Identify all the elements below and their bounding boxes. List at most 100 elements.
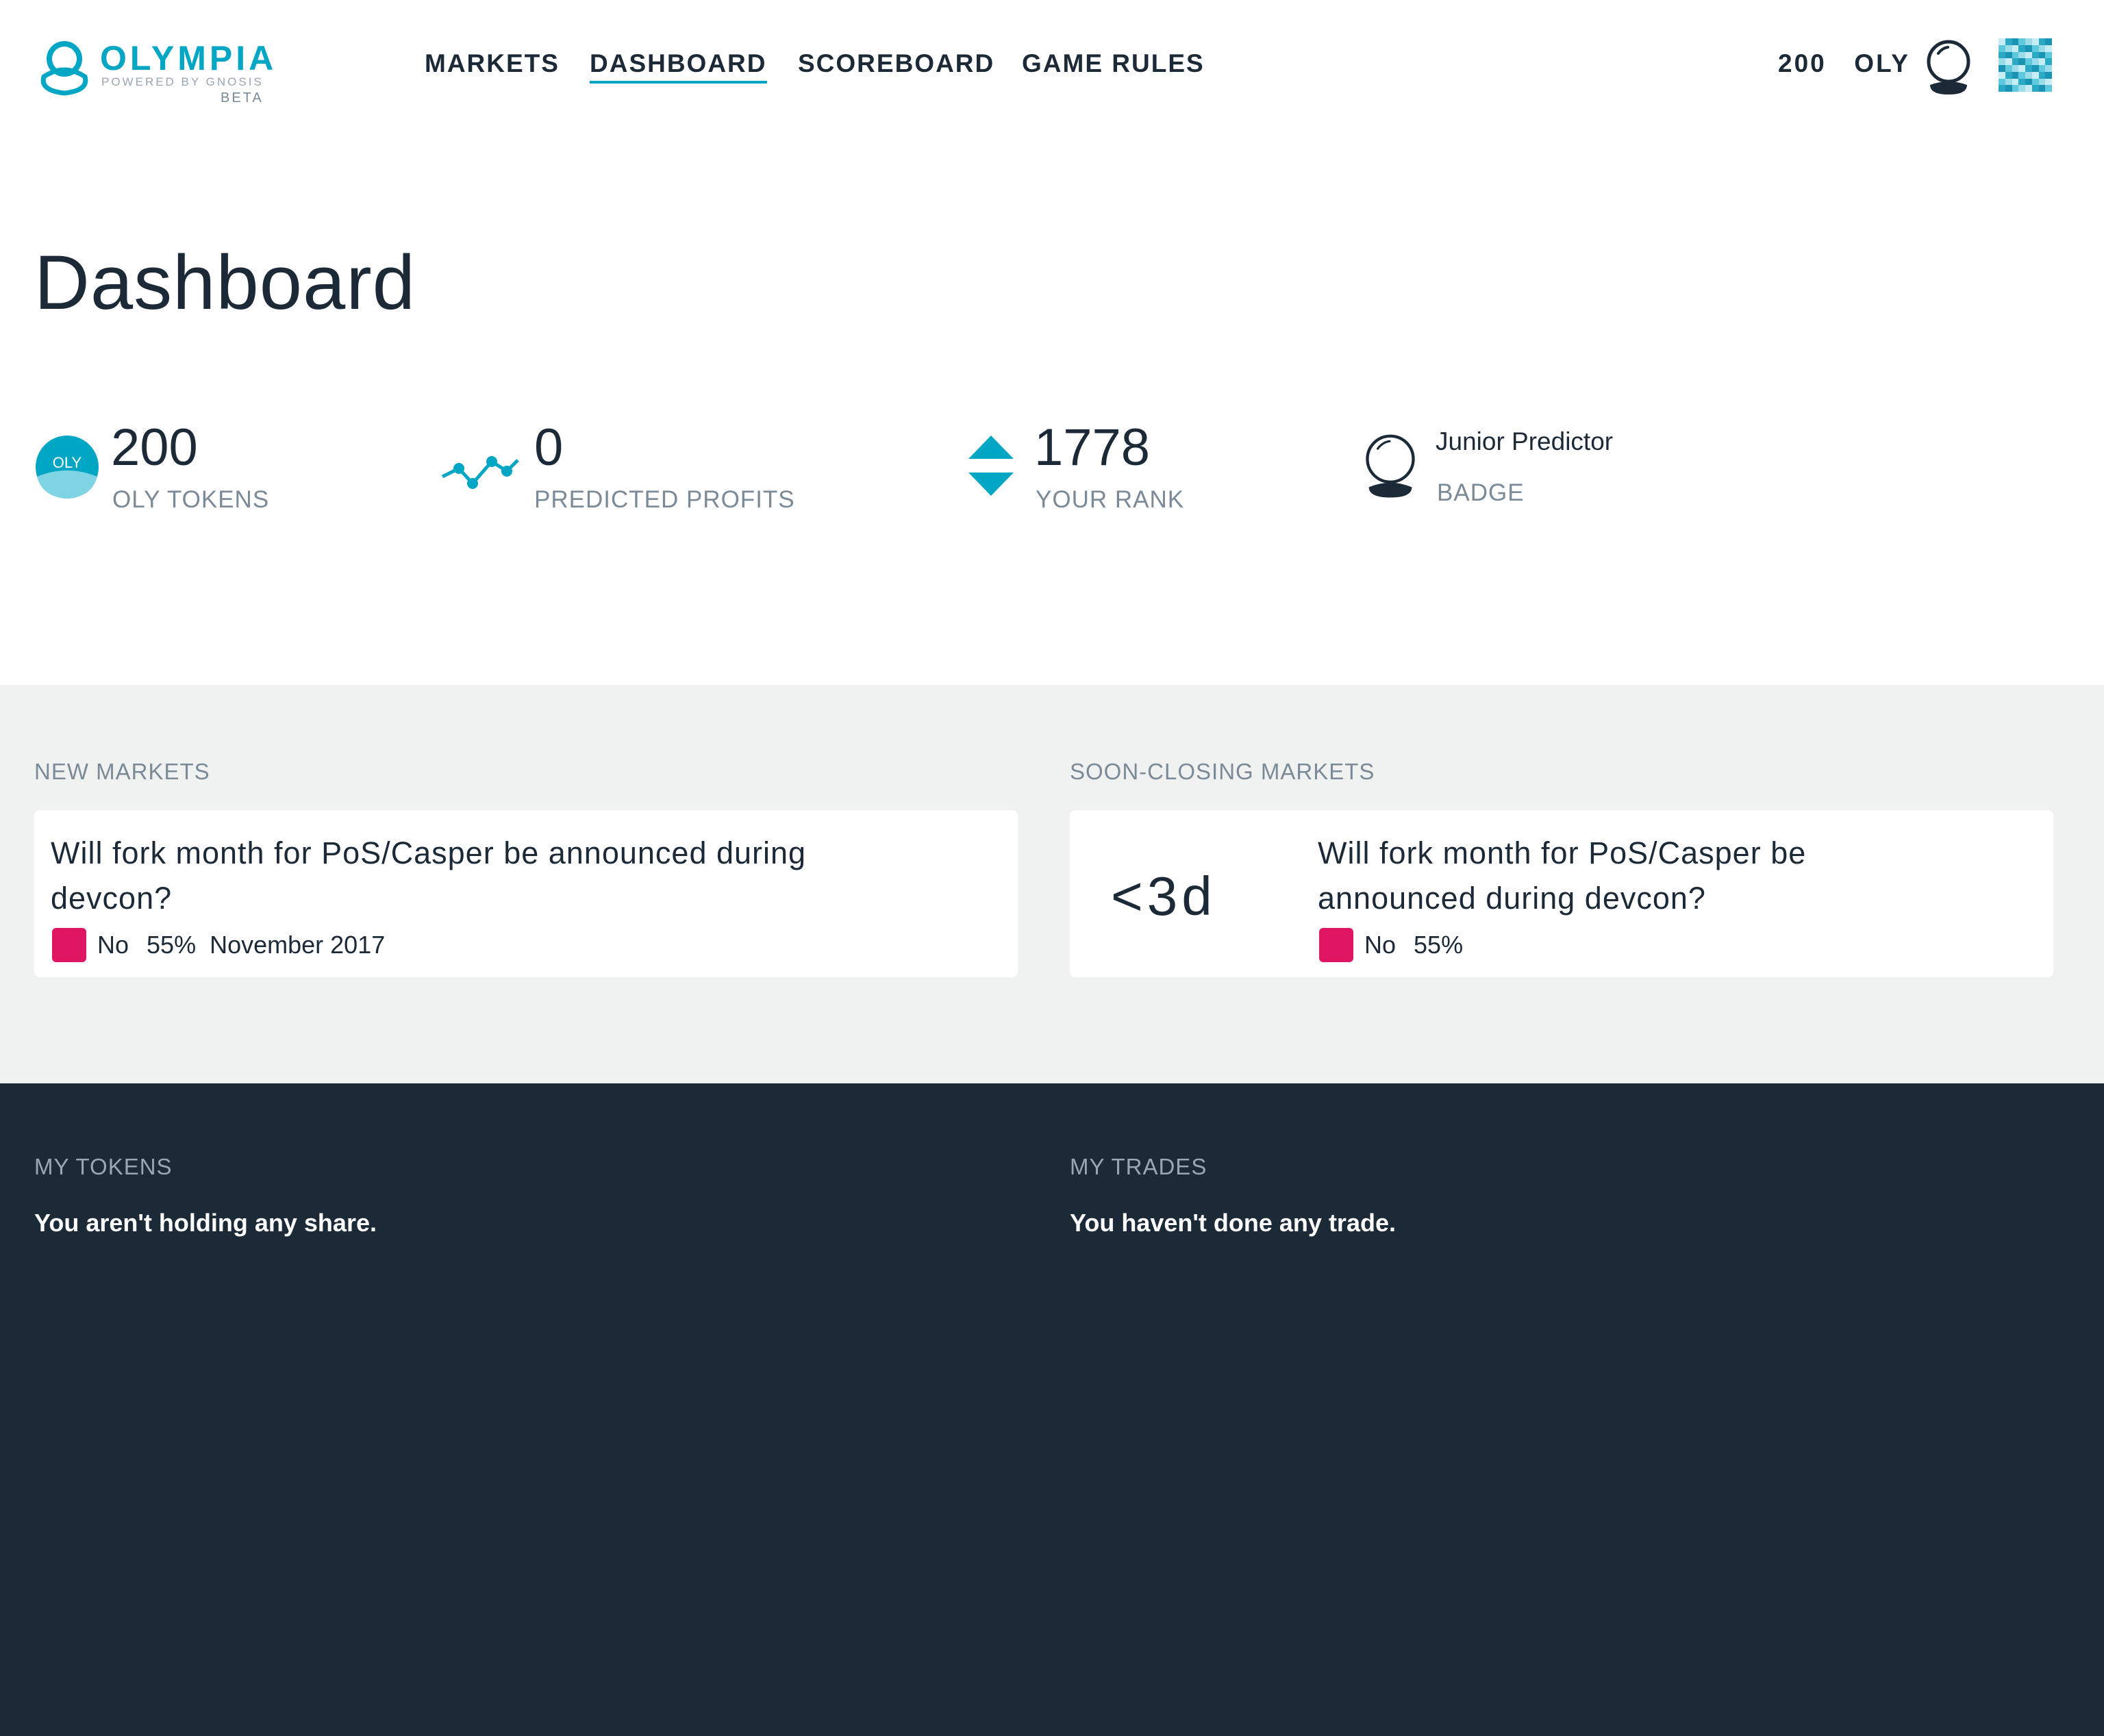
avatar-pixel — [2018, 38, 2025, 45]
stat-tokens-label: OLY TOKENS — [112, 486, 270, 513]
avatar-pixel — [2031, 58, 2039, 65]
my-tokens-empty-message: You aren't holding any share. — [34, 1209, 377, 1237]
avatar-pixel — [2018, 78, 2025, 86]
stat-badge: Junior Predictor BADGE — [1363, 418, 1705, 527]
avatar-pixel — [2038, 71, 2046, 79]
top-header: OLYMPIA POWERED BY GNOSIS BETA MARKETS D… — [0, 0, 2104, 137]
avatar-pixel — [2031, 71, 2039, 79]
avatar-pixel — [2012, 85, 2019, 92]
avatar-pixel — [2038, 78, 2046, 86]
new-market-card[interactable]: Will fork month for PoS/Casper be announ… — [34, 810, 1018, 977]
stat-profits-value: 0 — [534, 418, 564, 477]
avatar-pixel — [2012, 71, 2019, 79]
avatar-pixel — [2018, 45, 2025, 52]
avatar-pixel — [2012, 51, 2019, 59]
page-title: Dashboard — [34, 240, 416, 325]
brand-beta-label: BETA — [221, 90, 264, 105]
outcome-probability: 55% — [1414, 931, 1464, 959]
market-question-line2: announced during devcon? — [1318, 881, 1706, 916]
nav-scoreboard[interactable]: SCOREBOARD — [798, 49, 994, 78]
avatar-pixel — [1999, 38, 2005, 45]
avatar-pixel — [2018, 58, 2025, 65]
avatar-pixel — [2005, 45, 2012, 52]
avatar-pixel — [2031, 85, 2039, 92]
avatar-pixel — [2045, 58, 2052, 65]
nav-dashboard[interactable]: DASHBOARD — [590, 49, 767, 84]
avatar-pixel — [2025, 51, 2032, 59]
avatar-pixel — [2005, 65, 2012, 72]
avatar-pixel — [2031, 65, 2039, 72]
brand-name: OLYMPIA — [100, 39, 277, 77]
avatar-pixel — [2045, 71, 2052, 79]
avatar-pixel — [2005, 78, 2012, 86]
nav-markets[interactable]: MARKETS — [425, 49, 560, 78]
market-outcome-row: No 55% — [1319, 928, 1463, 962]
avatar-pixel — [2031, 45, 2039, 52]
market-question-line1: Will fork month for PoS/Casper be announ… — [51, 835, 807, 870]
stat-your-rank: 1778 YOUR RANK — [966, 418, 1294, 527]
account-balance-value: 200 — [1778, 49, 1827, 77]
my-trades-title: MY TRADES — [1070, 1154, 1207, 1179]
outcome-label: No — [97, 931, 129, 959]
crystal-ball-icon[interactable] — [1923, 38, 1974, 96]
stat-oly-tokens: OLY 200 OLY TOKENS — [34, 418, 322, 527]
rank-arrows-icon — [968, 436, 1014, 496]
avatar-pixel — [2018, 85, 2025, 92]
avatar-pixel — [2018, 65, 2025, 72]
avatar-pixel — [2045, 51, 2052, 59]
crystal-ball-icon — [1366, 434, 1415, 498]
account-balance-unit: OLY — [1854, 49, 1910, 77]
avatar-pixel — [1999, 45, 2005, 52]
market-resolution-date: November 2017 — [210, 931, 386, 959]
avatar-pixel — [2005, 71, 2012, 79]
avatar-pixel — [2045, 65, 2052, 72]
avatar-pixel — [2025, 78, 2032, 86]
avatar-pixel — [2038, 85, 2046, 92]
stat-predicted-profits: 0 PREDICTED PROFITS — [438, 418, 863, 527]
avatar-pixel — [2025, 58, 2032, 65]
avatar-pixel — [2038, 65, 2046, 72]
avatar-pixel — [2025, 65, 2032, 72]
avatar-pixel — [2005, 85, 2012, 92]
avatar-pixel — [2038, 38, 2046, 45]
avatar-pixel — [2012, 45, 2019, 52]
avatar-pixel — [2031, 38, 2039, 45]
avatar-pixel — [1999, 71, 2005, 79]
account-balance[interactable]: 200 OLY — [1778, 49, 1910, 78]
market-question-line2: devcon? — [51, 881, 173, 916]
outcome-probability: 55% — [147, 931, 197, 959]
avatar-pixel — [2045, 38, 2052, 45]
trend-line-icon — [441, 456, 519, 489]
avatar-pixel — [2038, 51, 2046, 59]
stat-badge-value: Junior Predictor — [1436, 427, 1614, 455]
avatar-pixel — [2005, 51, 2012, 59]
avatar-pixel — [2012, 58, 2019, 65]
avatar-pixel — [2025, 45, 2032, 52]
avatar-pixel — [2025, 85, 2032, 92]
avatar-pixel — [2038, 58, 2046, 65]
soon-closing-market-card[interactable]: <3d Will fork month for PoS/Casper be an… — [1070, 810, 2053, 977]
avatar-pixel — [2012, 65, 2019, 72]
stat-badge-label: BADGE — [1437, 479, 1525, 506]
avatar-pixel — [2005, 38, 2012, 45]
user-avatar[interactable] — [1999, 38, 2052, 92]
stat-rank-value: 1778 — [1034, 418, 1151, 477]
stat-rank-label: YOUR RANK — [1036, 486, 1185, 513]
my-trades-empty-message: You haven't done any trade. — [1070, 1209, 1396, 1237]
outcome-color-swatch — [1319, 928, 1353, 962]
market-outcome-row: No 55% November 2017 — [52, 928, 385, 962]
avatar-pixel — [2018, 51, 2025, 59]
nav-game-rules[interactable]: GAME RULES — [1022, 49, 1205, 78]
avatar-pixel — [1999, 78, 2005, 86]
avatar-pixel — [2018, 71, 2025, 79]
avatar-pixel — [2012, 38, 2019, 45]
avatar-pixel — [1999, 85, 2005, 92]
soon-closing-markets-title: SOON-CLOSING MARKETS — [1070, 759, 1375, 784]
olympia-logo[interactable]: OLYMPIA POWERED BY GNOSIS BETA — [34, 36, 274, 111]
stat-tokens-value: 200 — [111, 418, 198, 477]
oly-token-icon: OLY — [36, 436, 99, 499]
avatar-pixel — [2031, 51, 2039, 59]
new-markets-title: NEW MARKETS — [34, 759, 210, 784]
avatar-pixel — [2005, 58, 2012, 65]
my-tokens-title: MY TOKENS — [34, 1154, 173, 1179]
